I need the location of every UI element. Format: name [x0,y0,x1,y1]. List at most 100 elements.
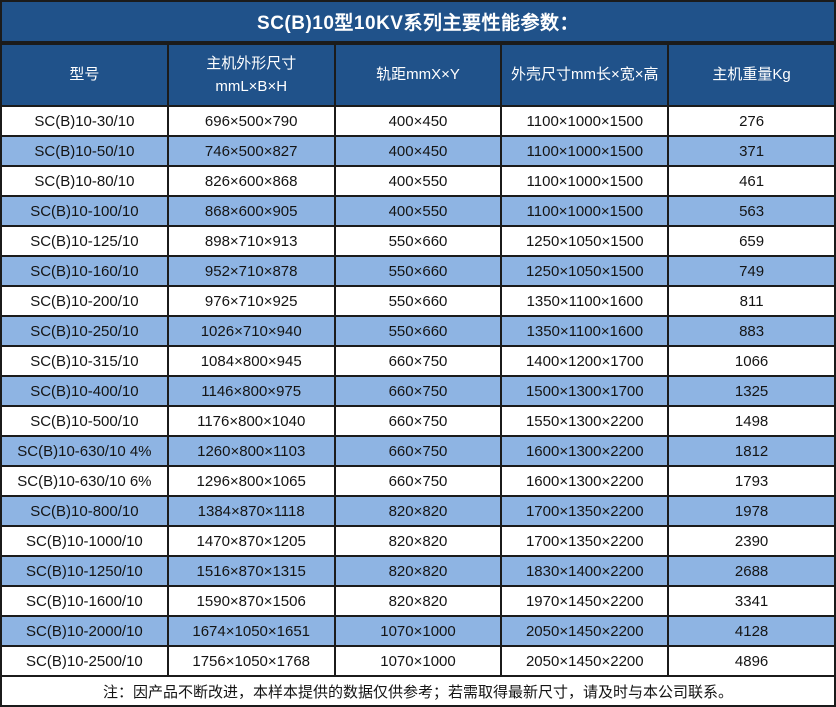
cell-rail-gauge: 400×550 [335,196,502,226]
table-title: SC(B)10型10KV系列主要性能参数： [0,0,836,43]
cell-weight: 883 [668,316,835,346]
table-row: SC(B)10-2500/101756×1050×17681070×100020… [1,646,835,676]
cell-rail-gauge: 400×550 [335,166,502,196]
cell-enclosure-dimensions: 1100×1000×1500 [501,136,668,166]
cell-model: SC(B)10-200/10 [1,286,168,316]
cell-main-unit-dimensions: 952×710×878 [168,256,335,286]
cell-enclosure-dimensions: 1830×1400×2200 [501,556,668,586]
cell-main-unit-dimensions: 1296×800×1065 [168,466,335,496]
cell-model: SC(B)10-500/10 [1,406,168,436]
cell-main-unit-dimensions: 1384×870×1118 [168,496,335,526]
col-header-main-unit-dimensions: 主机外形尺寸 mmL×B×H [168,44,335,106]
table-row: SC(B)10-50/10746×500×827400×4501100×1000… [1,136,835,166]
table-row: SC(B)10-400/101146×800×975660×7501500×13… [1,376,835,406]
cell-rail-gauge: 400×450 [335,106,502,136]
cell-main-unit-dimensions: 1674×1050×1651 [168,616,335,646]
cell-rail-gauge: 1070×1000 [335,646,502,676]
cell-rail-gauge: 660×750 [335,466,502,496]
table-row: SC(B)10-500/101176×800×1040660×7501550×1… [1,406,835,436]
col-header-model: 型号 [1,44,168,106]
table-row: SC(B)10-100/10868×600×905400×5501100×100… [1,196,835,226]
cell-main-unit-dimensions: 898×710×913 [168,226,335,256]
cell-rail-gauge: 820×820 [335,586,502,616]
cell-weight: 749 [668,256,835,286]
cell-rail-gauge: 550×660 [335,256,502,286]
cell-weight: 4128 [668,616,835,646]
cell-enclosure-dimensions: 1600×1300×2200 [501,466,668,496]
cell-rail-gauge: 660×750 [335,406,502,436]
cell-weight: 1812 [668,436,835,466]
cell-model: SC(B)10-250/10 [1,316,168,346]
table-row: SC(B)10-1250/101516×870×1315820×8201830×… [1,556,835,586]
cell-weight: 276 [668,106,835,136]
cell-enclosure-dimensions: 1600×1300×2200 [501,436,668,466]
cell-model: SC(B)10-100/10 [1,196,168,226]
cell-model: SC(B)10-630/10 4% [1,436,168,466]
cell-model: SC(B)10-50/10 [1,136,168,166]
cell-weight: 4896 [668,646,835,676]
cell-weight: 1978 [668,496,835,526]
cell-rail-gauge: 820×820 [335,496,502,526]
cell-rail-gauge: 550×660 [335,316,502,346]
cell-main-unit-dimensions: 1756×1050×1768 [168,646,335,676]
cell-weight: 1066 [668,346,835,376]
table-body: SC(B)10-30/10696×500×790400×4501100×1000… [1,106,835,676]
cell-main-unit-dimensions: 1176×800×1040 [168,406,335,436]
cell-model: SC(B)10-630/10 6% [1,466,168,496]
cell-weight: 1498 [668,406,835,436]
footer-row: 注：因产品不断改进，本样本提供的数据仅供参考；若需取得最新尺寸，请及时与本公司联… [1,676,835,706]
header-row: 型号 主机外形尺寸 mmL×B×H 轨距mmX×Y 外壳尺寸mm长×宽×高 主机… [1,44,835,106]
cell-main-unit-dimensions: 976×710×925 [168,286,335,316]
cell-enclosure-dimensions: 1100×1000×1500 [501,166,668,196]
cell-rail-gauge: 660×750 [335,436,502,466]
cell-main-unit-dimensions: 1470×870×1205 [168,526,335,556]
cell-enclosure-dimensions: 1350×1100×1600 [501,316,668,346]
cell-rail-gauge: 660×750 [335,376,502,406]
table-row: SC(B)10-30/10696×500×790400×4501100×1000… [1,106,835,136]
cell-model: SC(B)10-30/10 [1,106,168,136]
table-row: SC(B)10-630/10 4%1260×800×1103660×750160… [1,436,835,466]
cell-model: SC(B)10-400/10 [1,376,168,406]
cell-enclosure-dimensions: 1350×1100×1600 [501,286,668,316]
table-row: SC(B)10-315/101084×800×945660×7501400×12… [1,346,835,376]
cell-model: SC(B)10-125/10 [1,226,168,256]
col-header-rail-gauge: 轨距mmX×Y [335,44,502,106]
cell-main-unit-dimensions: 746×500×827 [168,136,335,166]
col-header-main-unit-dimensions-line2: mmL×B×H [171,75,332,98]
cell-rail-gauge: 400×450 [335,136,502,166]
cell-enclosure-dimensions: 1100×1000×1500 [501,106,668,136]
cell-weight: 2390 [668,526,835,556]
col-header-enclosure-dimensions: 外壳尺寸mm长×宽×高 [501,44,668,106]
table-row: SC(B)10-160/10952×710×878550×6601250×105… [1,256,835,286]
cell-model: SC(B)10-1600/10 [1,586,168,616]
table-row: SC(B)10-800/101384×870×1118820×8201700×1… [1,496,835,526]
cell-main-unit-dimensions: 1590×870×1506 [168,586,335,616]
cell-weight: 3341 [668,586,835,616]
cell-model: SC(B)10-1000/10 [1,526,168,556]
cell-enclosure-dimensions: 1250×1050×1500 [501,256,668,286]
cell-enclosure-dimensions: 1500×1300×1700 [501,376,668,406]
cell-model: SC(B)10-160/10 [1,256,168,286]
table-row: SC(B)10-1000/101470×870×1205820×8201700×… [1,526,835,556]
cell-main-unit-dimensions: 1516×870×1315 [168,556,335,586]
footer-note: 注：因产品不断改进，本样本提供的数据仅供参考；若需取得最新尺寸，请及时与本公司联… [1,676,835,706]
cell-model: SC(B)10-2500/10 [1,646,168,676]
cell-enclosure-dimensions: 1100×1000×1500 [501,196,668,226]
cell-main-unit-dimensions: 1260×800×1103 [168,436,335,466]
spec-sheet: SC(B)10型10KV系列主要性能参数： 型号 主机外形尺寸 mmL×B×H … [0,0,836,705]
table-row: SC(B)10-1600/101590×870×1506820×8201970×… [1,586,835,616]
cell-enclosure-dimensions: 1700×1350×2200 [501,526,668,556]
cell-main-unit-dimensions: 1026×710×940 [168,316,335,346]
cell-enclosure-dimensions: 1970×1450×2200 [501,586,668,616]
col-header-weight: 主机重量Kg [668,44,835,106]
cell-rail-gauge: 550×660 [335,286,502,316]
cell-enclosure-dimensions: 1400×1200×1700 [501,346,668,376]
cell-rail-gauge: 660×750 [335,346,502,376]
cell-enclosure-dimensions: 1700×1350×2200 [501,496,668,526]
table-row: SC(B)10-2000/101674×1050×16511070×100020… [1,616,835,646]
cell-main-unit-dimensions: 1146×800×975 [168,376,335,406]
table-row: SC(B)10-80/10826×600×868400×5501100×1000… [1,166,835,196]
table-row: SC(B)10-125/10898×710×913550×6601250×105… [1,226,835,256]
cell-weight: 659 [668,226,835,256]
cell-rail-gauge: 550×660 [335,226,502,256]
